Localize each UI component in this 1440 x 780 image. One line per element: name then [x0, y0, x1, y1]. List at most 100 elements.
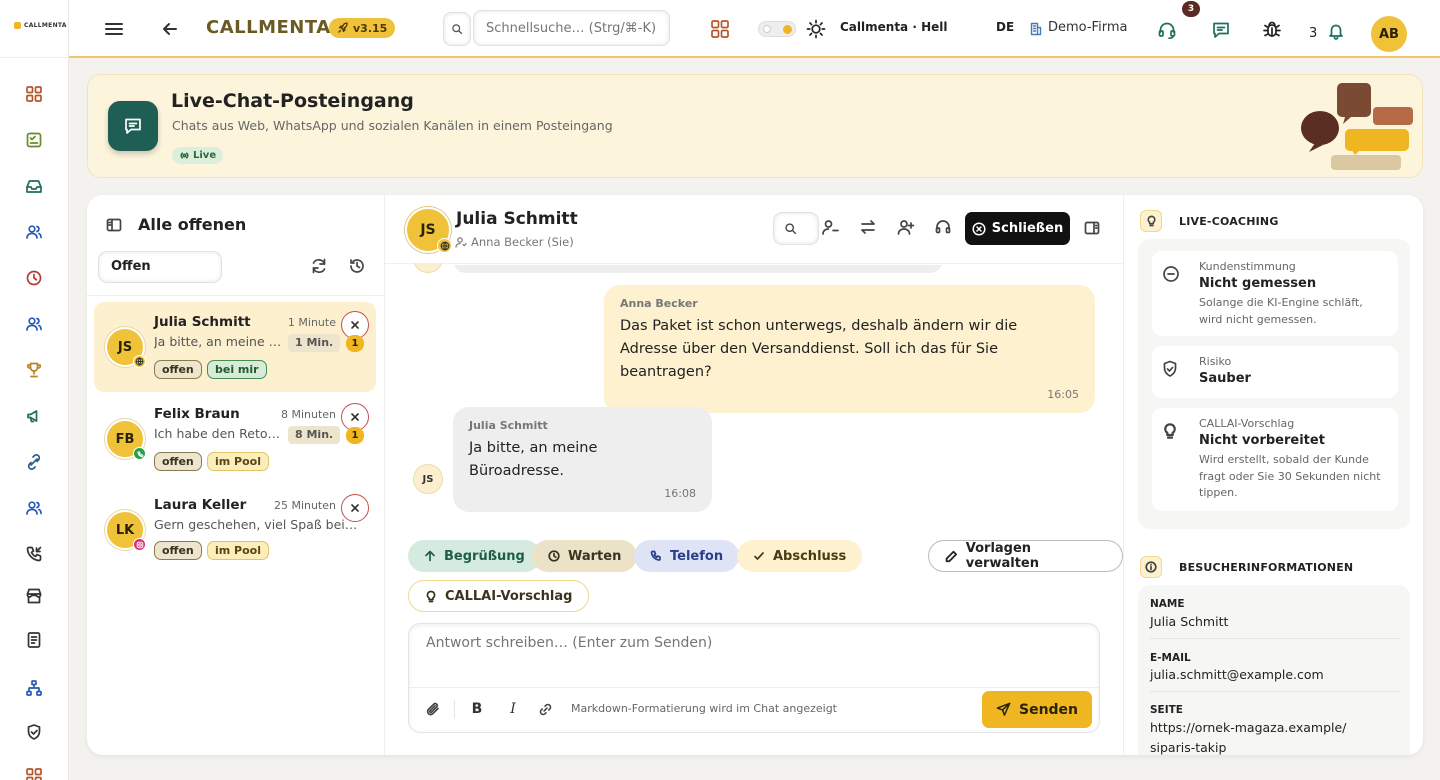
reply-input[interactable]	[410, 625, 1098, 687]
conversation-item-julia[interactable]: JS Julia Schmitt 1 Minute Ja bitte, an m…	[94, 302, 376, 392]
coaching-title: LIVE-COACHING	[1179, 215, 1279, 228]
live-chat-icon	[108, 101, 158, 151]
risk-card: Risiko Sauber	[1152, 346, 1398, 398]
refresh-icon[interactable]	[310, 257, 328, 275]
history-icon[interactable]	[348, 257, 366, 275]
attachment-icon[interactable]	[423, 697, 443, 721]
rail-reports-icon[interactable]	[22, 628, 46, 652]
visitor-page-url: https://ornek-magaza.example/siparis-tak…	[1150, 720, 1347, 755]
info-icon	[1140, 556, 1162, 578]
sidebar-toggle-icon[interactable]	[106, 217, 122, 233]
rail-calls-icon[interactable]	[22, 542, 46, 566]
neutral-face-icon	[1162, 265, 1180, 283]
link-icon[interactable]	[535, 697, 555, 721]
page-title: Live-Chat-Posteingang	[171, 90, 414, 112]
status-filter-select[interactable]: Offen	[98, 251, 222, 283]
rail-contacts-icon[interactable]	[22, 220, 46, 244]
back-arrow-icon[interactable]	[159, 18, 181, 40]
search-icon[interactable]	[443, 12, 471, 46]
italic-icon[interactable]: I	[503, 697, 523, 721]
composer-divider	[409, 687, 1099, 688]
inbox-title: Alle offenen	[138, 215, 247, 234]
card-value: Sauber	[1199, 371, 1251, 386]
field-divider	[1150, 638, 1400, 639]
company-selector[interactable]: Demo-Firma	[1048, 20, 1127, 35]
toggle-info-panel-icon[interactable]	[1084, 220, 1100, 236]
manage-templates-button[interactable]: Vorlagen verwalten	[928, 540, 1123, 572]
bold-icon[interactable]: B	[467, 697, 487, 721]
building-icon	[1028, 20, 1044, 38]
bug-icon[interactable]	[1259, 17, 1285, 43]
rail-org-icon[interactable]	[22, 676, 46, 700]
last-message-time: 8 Minuten	[280, 408, 336, 421]
chat-header-divider	[385, 263, 1123, 264]
contact-name: Julia Schmitt	[154, 314, 251, 330]
contact-avatar: JS	[105, 327, 146, 368]
quick-search-input[interactable]	[473, 10, 670, 46]
quick-reply-greeting[interactable]: Begrüßung	[408, 540, 541, 572]
assign-agent-icon[interactable]	[821, 218, 839, 236]
chat-icon[interactable]	[1209, 18, 1233, 42]
chat-search-button[interactable]	[773, 212, 819, 245]
user-avatar[interactable]: AB	[1371, 16, 1407, 52]
rail-history-icon[interactable]	[22, 266, 46, 290]
add-participant-icon[interactable]	[897, 218, 915, 236]
ai-suggestion-button[interactable]: CALLAI-Vorschlag	[408, 580, 590, 612]
send-button[interactable]: Senden	[982, 691, 1092, 728]
unread-badge: 1	[346, 427, 364, 444]
card-label: Risiko	[1199, 355, 1232, 368]
version-badge: v3.15	[329, 18, 396, 38]
status-tag: offen	[154, 541, 202, 560]
logo-text: CALLMENTA	[24, 22, 67, 29]
close-circle-icon	[972, 221, 986, 236]
rail-inbox-icon[interactable]	[22, 174, 46, 198]
quick-reply-wait[interactable]: Warten	[532, 540, 638, 572]
apps-grid-icon[interactable]	[709, 18, 731, 40]
rail-store-icon[interactable]	[22, 584, 46, 608]
conversation-item-laura[interactable]: LK Laura Keller 25 Minuten Gern geschehe…	[94, 485, 376, 575]
left-rail: CALLMENTA	[0, 0, 69, 780]
field-divider	[1150, 691, 1400, 692]
phone-icon	[650, 550, 661, 561]
rail-team-icon[interactable]	[22, 312, 46, 336]
quick-reply-phone[interactable]: Telefon	[634, 540, 740, 572]
headset-icon[interactable]	[1155, 18, 1179, 42]
theme-toggle[interactable]	[758, 21, 796, 37]
page-header-banner: Live-Chat-Posteingang Chats aus Web, Wha…	[87, 74, 1423, 178]
transfer-icon[interactable]	[859, 218, 877, 236]
rail-tasks-icon[interactable]	[22, 128, 46, 152]
language-selector[interactable]: DE	[996, 20, 1014, 34]
field-label: SEITE	[1150, 704, 1183, 716]
unread-badge: 1	[346, 335, 364, 352]
message-time: 16:05	[1047, 388, 1079, 401]
bell-icon[interactable]	[1325, 20, 1347, 42]
format-hint: Markdown-Formatierung wird im Chat angez…	[571, 702, 837, 715]
live-badge: Live	[172, 147, 224, 164]
clock-icon	[548, 550, 560, 562]
coaching-section: Kundenstimmung Nicht gemessen Solange di…	[1138, 239, 1410, 529]
wait-time-badge: 1 Min.	[288, 334, 341, 352]
rail-more-icon[interactable]	[22, 764, 46, 780]
message-time: 16:08	[664, 487, 696, 500]
conversation-item-felix[interactable]: FB Felix Braun 8 Minuten Ich habe den Re…	[94, 394, 376, 484]
rail-integrations-icon[interactable]	[22, 450, 46, 474]
rail-dashboard-icon[interactable]	[22, 82, 46, 106]
menu-icon[interactable]	[103, 18, 125, 40]
rail-campaign-icon[interactable]	[22, 404, 46, 428]
rail-trophy-icon[interactable]	[22, 358, 46, 382]
rail-security-icon[interactable]	[22, 720, 46, 744]
lightbulb-icon	[426, 590, 436, 602]
close-chat-button[interactable]: Schließen	[965, 212, 1070, 245]
sun-icon[interactable]	[805, 18, 827, 40]
card-description: Solange die KI-Engine schläft, wird nich…	[1199, 296, 1363, 326]
quick-reply-closing[interactable]: Abschluss	[737, 540, 863, 572]
chat-panel: JS Julia Schmitt Anna Becker (Sie) Schli…	[385, 195, 1123, 755]
call-headset-icon[interactable]	[934, 218, 952, 236]
close-conversation-button[interactable]	[341, 494, 369, 522]
wait-time-badge: 8 Min.	[288, 426, 341, 444]
message-avatar: JS	[413, 464, 443, 494]
last-message-time: 25 Minuten	[273, 499, 336, 512]
rail-users-icon[interactable]	[22, 496, 46, 520]
message-text: Ja bitte, an meine Büroadresse.	[469, 440, 598, 479]
field-label: E-MAIL	[1150, 652, 1191, 664]
